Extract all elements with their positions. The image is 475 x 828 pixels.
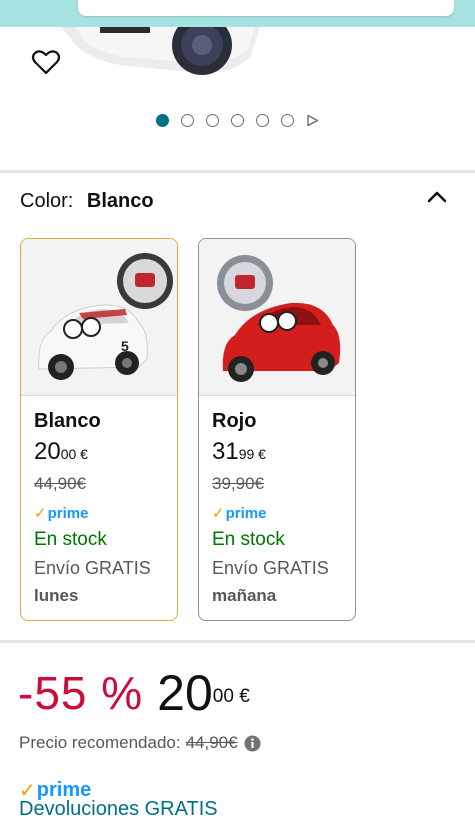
prime-badge: ✓ prime: [212, 504, 267, 523]
swatch-stock: En stock: [212, 529, 285, 550]
product-image-car: [60, 27, 260, 75]
section-divider: [0, 170, 475, 173]
section-divider: [0, 640, 475, 643]
carousel-dot[interactable]: [281, 113, 294, 127]
product-image[interactable]: [0, 27, 475, 102]
swatch-delivery-day: lunes: [34, 586, 79, 605]
swatch-image: [199, 239, 355, 396]
chevron-up-icon: [427, 191, 447, 203]
swatch-shipping: Envío GRATIS: [212, 558, 329, 578]
swatch-stock: En stock: [34, 529, 107, 550]
favorite-button[interactable]: [30, 46, 62, 78]
swatch-price: 3199 €: [212, 438, 266, 465]
price-summary: -55 % 2000 €: [18, 668, 250, 718]
carousel-dot[interactable]: [181, 113, 194, 127]
swatch-price: 2000 €: [34, 438, 88, 465]
color-selected-value: Blanco: [86, 190, 154, 212]
search-box[interactable]: [78, 0, 454, 16]
carousel-dot[interactable]: [231, 113, 244, 127]
recommended-price: Precio recomendado: 44,90€: [19, 733, 261, 753]
swatch-old-price: 44,90€: [34, 474, 86, 493]
discount-percentage: -55 %: [18, 667, 144, 719]
prime-check-icon: ✓: [212, 505, 225, 522]
prime-badge: ✓ prime: [34, 504, 89, 523]
carousel-dot[interactable]: [156, 113, 169, 127]
recommended-price-value: 44,90€: [185, 733, 238, 752]
heart-icon: [31, 50, 61, 75]
play-triangle-icon[interactable]: [306, 114, 319, 127]
collapse-button[interactable]: [426, 186, 448, 208]
swatch-shipping: Envío GRATIS: [34, 558, 151, 578]
color-label: Color:: [20, 190, 74, 212]
free-returns-link[interactable]: Devoluciones GRATIS: [19, 798, 218, 821]
info-icon[interactable]: [244, 735, 261, 752]
carousel-indicator: [0, 110, 475, 130]
swatch-image: 5: [21, 239, 177, 396]
carousel-dot[interactable]: [256, 113, 269, 127]
swatch-name: Blanco: [34, 410, 101, 432]
current-price: 2000 €: [157, 665, 250, 721]
swatch-rojo[interactable]: Rojo 3199 € 39,90€ ✓ prime En stock Envío…: [198, 238, 356, 621]
carousel-dot[interactable]: [206, 113, 219, 127]
swatch-old-price: 39,90€: [212, 474, 264, 493]
swatch-name: Rojo: [212, 410, 257, 432]
prime-check-icon: ✓: [34, 505, 47, 522]
color-selector-header[interactable]: Color: Blanco: [20, 190, 154, 213]
swatch-blanco[interactable]: 5 Blanco 2000 € 44,90€ ✓ prime En stock E…: [20, 238, 178, 621]
recommended-price-label: Precio recomendado:: [19, 733, 181, 752]
swatch-delivery-day: mañana: [212, 586, 277, 605]
